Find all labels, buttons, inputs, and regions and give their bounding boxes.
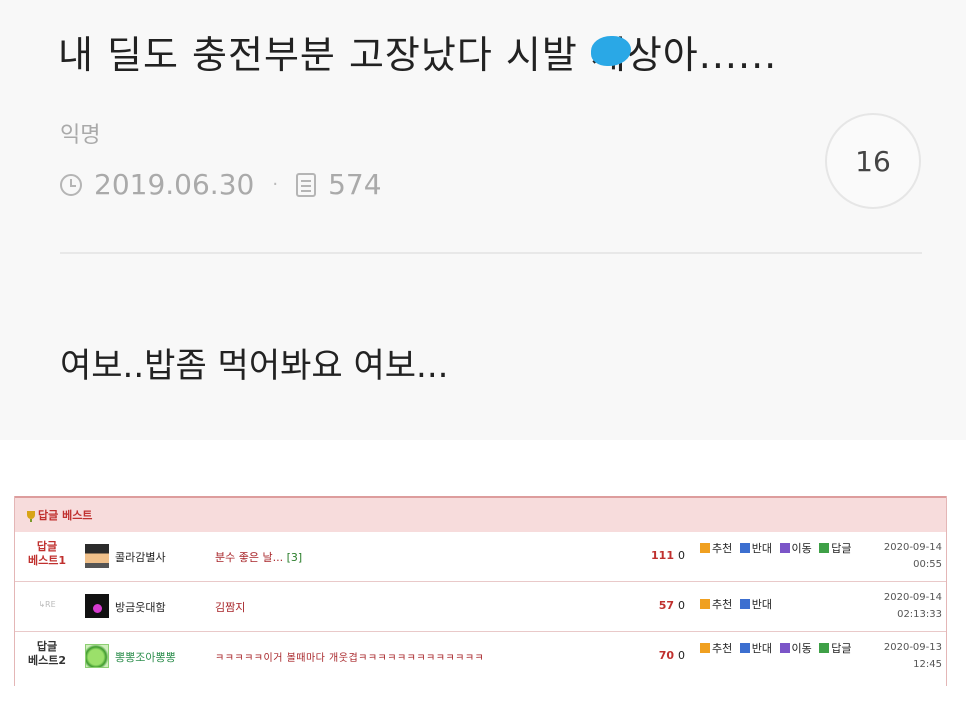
divider [60, 252, 922, 254]
action-label: 추천 [712, 642, 733, 655]
post-meta: 2019.06.30 · 574 [60, 168, 382, 201]
arrow-down-icon [779, 543, 790, 553]
rank-badge: 답글 베스트1 [19, 540, 75, 568]
date-text: 2020-09-14 [883, 542, 942, 553]
rank-line: 베스트1 [27, 554, 66, 567]
post-author: 익명 [60, 123, 101, 148]
action-label: 이동 [791, 642, 812, 655]
board-header: 답글 베스트 [15, 496, 946, 532]
action-label: 추천 [712, 598, 733, 611]
move-button[interactable]: 이동 [779, 541, 812, 556]
oppose-button[interactable]: 반대 [739, 641, 772, 656]
rank-line: 베스트2 [27, 654, 66, 667]
plus-icon [700, 599, 710, 609]
action-label: 이동 [791, 542, 812, 555]
rank-line: 답글 [36, 540, 58, 553]
row-actions: 추천 반대 이동 답글 [700, 541, 870, 556]
table-row[interactable]: ↳RE 방금웃대함 김짬지 57 0 추천 반대 2020-09-14 02:13… [15, 582, 946, 632]
clock-icon [60, 173, 82, 196]
post-title: 내 딜도 충전부분 고장났다 시발 세상아...... [58, 33, 778, 77]
time-text: 12:45 [913, 659, 942, 670]
post-views: 574 [328, 168, 382, 201]
trophy-icon [27, 511, 35, 522]
avatar [85, 594, 109, 618]
score-value: 70 [658, 649, 674, 662]
row-actions: 추천 반대 [700, 597, 870, 612]
reply-marker: ↳RE [38, 600, 56, 609]
oppose-button[interactable]: 반대 [739, 597, 772, 612]
row-date: 2020-09-14 02:13:33 [872, 589, 942, 623]
post-body: 여보..밥좀 먹어봐요 여보... [60, 346, 449, 386]
arrow-down-icon [779, 643, 790, 653]
reply-best-board: 답글 베스트 답글 베스트1 콜라감별사 분수 좋은 날... [3] 111 0… [14, 496, 947, 686]
minus-icon [739, 543, 750, 553]
comment-count-button[interactable]: 16 [825, 113, 921, 209]
table-row[interactable]: 답글 베스트2 뽕뽕조아뽕뽕 ㅋㅋㅋㅋㅋ이거 볼때마다 개웃겹ㅋㅋㅋㅋㅋㅋㅋㅋㅋ… [15, 632, 946, 686]
meta-separator: · [272, 174, 279, 195]
action-label: 추천 [712, 542, 733, 555]
subject-text: ㅋㅋㅋㅋㅋ이거 볼때마다 개웃겹ㅋㅋㅋㅋㅋㅋㅋㅋㅋㅋㅋㅋㅋ [215, 653, 485, 664]
row-date: 2020-09-13 12:45 [872, 639, 942, 673]
nickname[interactable]: 뽕뽕조아뽕뽕 [115, 649, 176, 665]
rank-badge: 답글 베스트2 [19, 640, 75, 668]
rank-line: 답글 [36, 640, 58, 653]
time-text: 00:55 [913, 559, 942, 570]
recommend-button[interactable]: 추천 [700, 641, 732, 656]
reply-button[interactable]: 답글 [819, 641, 852, 656]
minus-icon [739, 599, 750, 609]
action-label: 반대 [751, 642, 772, 655]
nickname[interactable]: 콜라감별사 [115, 549, 166, 565]
comment-count: 16 [855, 144, 891, 178]
row-date: 2020-09-14 00:55 [872, 539, 942, 573]
plus-icon [700, 643, 710, 653]
table-row[interactable]: 답글 베스트1 콜라감별사 분수 좋은 날... [3] 111 0 추천 반대 … [15, 532, 946, 582]
reply-button[interactable]: 답글 [819, 541, 852, 556]
zero-value: 0 [678, 649, 685, 662]
subject-text: 분수 좋은 날... [215, 551, 284, 564]
minus-icon [739, 643, 750, 653]
plus-icon [700, 543, 710, 553]
board-title: 답글 베스트 [38, 509, 93, 522]
score: 111 0 [645, 549, 685, 562]
date-text: 2020-09-13 [883, 642, 942, 653]
avatar [85, 544, 109, 568]
score-value: 57 [658, 599, 674, 612]
reply-count: [3] [286, 551, 303, 564]
score: 57 0 [645, 599, 685, 612]
zero-value: 0 [678, 599, 685, 612]
action-label: 답글 [831, 642, 852, 655]
post-subject-link[interactable]: 김짬지 [215, 599, 245, 615]
views-icon [296, 172, 317, 197]
post-subject-link[interactable]: 분수 좋은 날... [3] [215, 549, 302, 565]
action-label: 반대 [751, 598, 772, 611]
recommend-button[interactable]: 추천 [700, 597, 732, 612]
move-button[interactable]: 이동 [779, 641, 812, 656]
score: 70 0 [645, 649, 685, 662]
post-subject-link[interactable]: ㅋㅋㅋㅋㅋ이거 볼때마다 개웃겹ㅋㅋㅋㅋㅋㅋㅋㅋㅋㅋㅋㅋㅋ [215, 649, 484, 664]
nickname[interactable]: 방금웃대함 [115, 599, 166, 615]
row-actions: 추천 반대 이동 답글 [700, 641, 870, 656]
avatar [85, 644, 109, 668]
zero-value: 0 [678, 549, 685, 562]
recommend-button[interactable]: 추천 [700, 541, 732, 556]
reply-icon [819, 643, 830, 653]
subject-text: 김짬지 [215, 601, 246, 614]
score-value: 111 [651, 549, 674, 562]
oppose-button[interactable]: 반대 [739, 541, 772, 556]
post-panel: 내 딜도 충전부분 고장났다 시발 세상아...... 익명 2019.06.3… [0, 0, 966, 440]
post-date: 2019.06.30 [94, 168, 255, 201]
date-text: 2020-09-14 [883, 592, 942, 603]
time-text: 02:13:33 [897, 609, 942, 620]
action-label: 답글 [831, 542, 852, 555]
action-label: 반대 [751, 542, 772, 555]
reply-icon [819, 543, 830, 553]
